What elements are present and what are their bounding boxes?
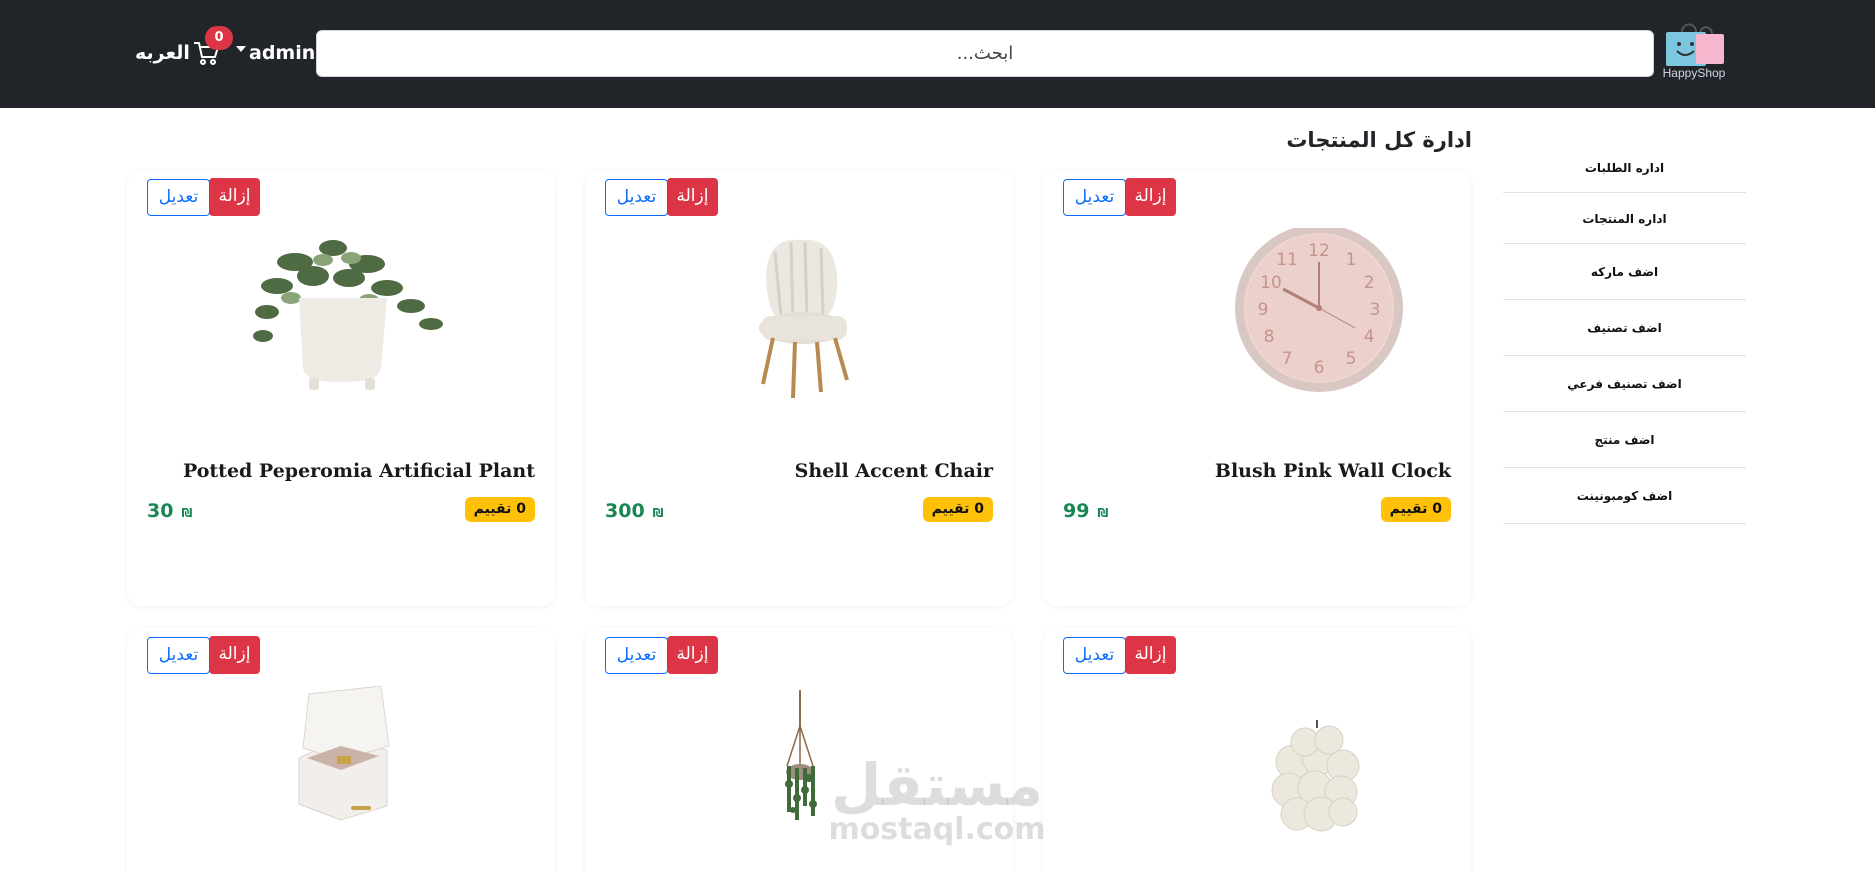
edit-button[interactable]: تعديل: [1063, 179, 1126, 216]
page-title: ادارة كل المنتجات: [1286, 128, 1472, 152]
product-card: إزالة تعديل Potted Peperomia Artificial …: [127, 170, 555, 606]
sidebar-item-add-brand[interactable]: اضف ماركه: [1503, 244, 1746, 300]
edit-button[interactable]: تعديل: [605, 179, 668, 216]
cart-count-badge: 0: [205, 26, 233, 50]
remove-button[interactable]: إزالة: [1125, 636, 1176, 674]
product-image[interactable]: [191, 686, 491, 872]
svg-text:11: 11: [1276, 250, 1298, 270]
sidebar-item-add-category[interactable]: اضف تصنيف: [1503, 300, 1746, 356]
price-value: 99: [1063, 500, 1090, 522]
product-image[interactable]: [649, 686, 949, 872]
product-card: إزالة تعديل Shell Accent Chair 0 تقييم 3…: [585, 170, 1013, 606]
product-image[interactable]: 12 12 3 45 6 78 9 10 11: [1107, 228, 1407, 418]
user-menu-dropdown[interactable]: admin: [236, 38, 315, 68]
sidebar-item-manage-products[interactable]: اداره المنتجات: [1503, 193, 1746, 244]
edit-button[interactable]: تعديل: [147, 637, 210, 674]
svg-text:6: 6: [1314, 358, 1325, 378]
happyshop-logo[interactable]: HappyShop: [1660, 22, 1728, 84]
logo-wordmark: HappyShop: [1662, 66, 1726, 80]
currency-symbol: ₪: [181, 506, 193, 520]
remove-button[interactable]: إزالة: [209, 178, 260, 216]
svg-text:5: 5: [1346, 349, 1357, 369]
edit-button[interactable]: تعديل: [605, 637, 668, 674]
remove-button[interactable]: إزالة: [209, 636, 260, 674]
admin-sidebar: اداره الطلبات اداره المنتجات اضف ماركه ا…: [1503, 142, 1746, 524]
sidebar-item-add-product[interactable]: اضف منتج: [1503, 412, 1746, 468]
product-card: إزالة تعديل 12 1 2 3 45 6 78 9 10 11 Blush Pin…: [1043, 170, 1471, 606]
svg-text:12: 12: [1308, 241, 1330, 261]
product-card: إزالة تعديل: [1043, 628, 1471, 872]
product-image[interactable]: [649, 228, 949, 418]
svg-text:9: 9: [1258, 300, 1269, 320]
svg-text:3: 3: [1370, 300, 1381, 320]
remove-button[interactable]: إزالة: [667, 636, 718, 674]
product-price: 30 ₪: [147, 498, 192, 524]
product-price: 300 ₪: [605, 498, 664, 524]
product-image[interactable]: [191, 228, 491, 418]
svg-text:8: 8: [1264, 327, 1275, 347]
shopping-bag-icon: [1666, 23, 1724, 66]
cart-label: العربه: [135, 42, 190, 64]
product-card: إزالة تعديل: [127, 628, 555, 872]
svg-text:4: 4: [1364, 327, 1375, 347]
product-price: 99 ₪: [1063, 498, 1108, 524]
product-name[interactable]: Potted Peperomia Artificial Plant: [183, 460, 535, 482]
user-name: admin: [249, 42, 316, 64]
remove-button[interactable]: إزالة: [1125, 178, 1176, 216]
sidebar-item-add-subcategory[interactable]: اضف تصنيف فرعي: [1503, 356, 1746, 412]
product-name[interactable]: Shell Accent Chair: [795, 460, 993, 482]
rating-badge: 0 تقييم: [922, 497, 993, 522]
currency-symbol: ₪: [1097, 506, 1109, 520]
price-value: 30: [147, 500, 174, 522]
product-name[interactable]: Blush Pink Wall Clock: [1215, 460, 1451, 482]
sidebar-item-manage-orders[interactable]: اداره الطلبات: [1503, 142, 1746, 193]
rating-badge: 0 تقييم: [1380, 497, 1451, 522]
sidebar-item-add-component[interactable]: اضف كومبونينت: [1503, 468, 1746, 524]
product-card: إزالة تعديل: [585, 628, 1013, 872]
price-value: 300: [605, 500, 645, 522]
svg-text:2: 2: [1364, 273, 1375, 293]
edit-button[interactable]: تعديل: [147, 179, 210, 216]
search-input[interactable]: [316, 30, 1654, 77]
remove-button[interactable]: إزالة: [667, 178, 718, 216]
product-image[interactable]: [1107, 686, 1407, 872]
currency-symbol: ₪: [652, 506, 664, 520]
svg-text:7: 7: [1282, 349, 1293, 369]
edit-button[interactable]: تعديل: [1063, 637, 1126, 674]
svg-text:10: 10: [1260, 273, 1282, 293]
caret-down-icon: [236, 46, 246, 52]
rating-badge: 0 تقييم: [464, 497, 535, 522]
svg-text:1: 1: [1346, 250, 1357, 270]
top-navbar: HappyShop admin العربه 0: [0, 0, 1875, 108]
